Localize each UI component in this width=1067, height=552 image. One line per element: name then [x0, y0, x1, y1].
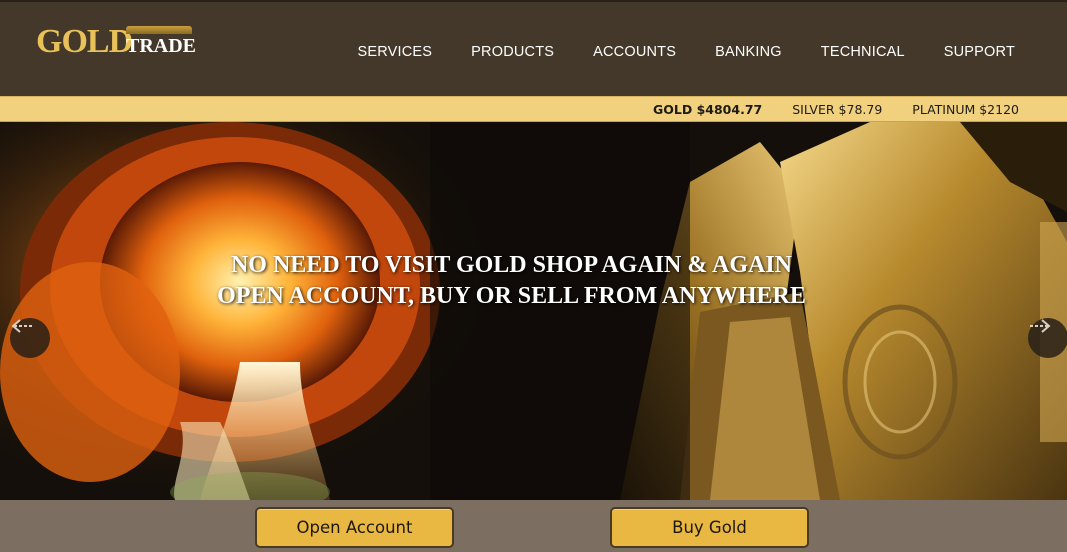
price-ticker: GOLD $4804.77 SILVER $78.79 PLATINUM $21…: [0, 96, 1067, 122]
slider-prev-button[interactable]: [10, 318, 50, 358]
hero-slider: NO NEED TO VISIT GOLD SHOP AGAIN & AGAIN…: [0, 122, 1067, 500]
gold-bar-icon: [126, 26, 192, 34]
hero-headline-line1: NO NEED TO VISIT GOLD SHOP AGAIN & AGAIN: [230, 252, 793, 278]
gold-price: GOLD $4804.77: [653, 102, 763, 117]
nav-services[interactable]: SERVICES: [358, 42, 433, 62]
platinum-price: PLATINUM $2120: [912, 102, 1019, 117]
hero-headline-line2: OPEN ACCOUNT, BUY OR SELL FROM ANYWHERE: [217, 283, 806, 309]
logo-word-trade: TRADE: [126, 35, 197, 57]
nav-banking[interactable]: BANKING: [715, 42, 782, 62]
hero-headline: NO NEED TO VISIT GOLD SHOP AGAIN & AGAIN…: [0, 250, 1067, 312]
silver-price: SILVER $78.79: [792, 102, 883, 117]
buy-gold-button[interactable]: Buy Gold: [610, 507, 809, 548]
chevron-left-icon: [11, 319, 32, 333]
logo-word-gold: GOLD: [36, 23, 133, 60]
slider-next-button[interactable]: [1028, 318, 1067, 358]
nav-products[interactable]: PRODUCTS: [471, 42, 554, 62]
open-account-button[interactable]: Open Account: [255, 507, 454, 548]
nav-accounts[interactable]: ACCOUNTS: [593, 42, 676, 62]
main-nav: SERVICES PRODUCTS ACCOUNTS BANKING TECHN…: [319, 42, 1016, 62]
chevron-right-icon: [1030, 319, 1051, 333]
gold-trade-logo[interactable]: GOLD TRADE: [34, 22, 204, 66]
nav-support[interactable]: SUPPORT: [944, 42, 1015, 62]
nav-technical[interactable]: TECHNICAL: [821, 42, 905, 62]
cta-bar: Open Account Buy Gold: [0, 500, 1067, 552]
site-header: GOLD TRADE SERVICES PRODUCTS ACCOUNTS BA…: [0, 0, 1067, 96]
